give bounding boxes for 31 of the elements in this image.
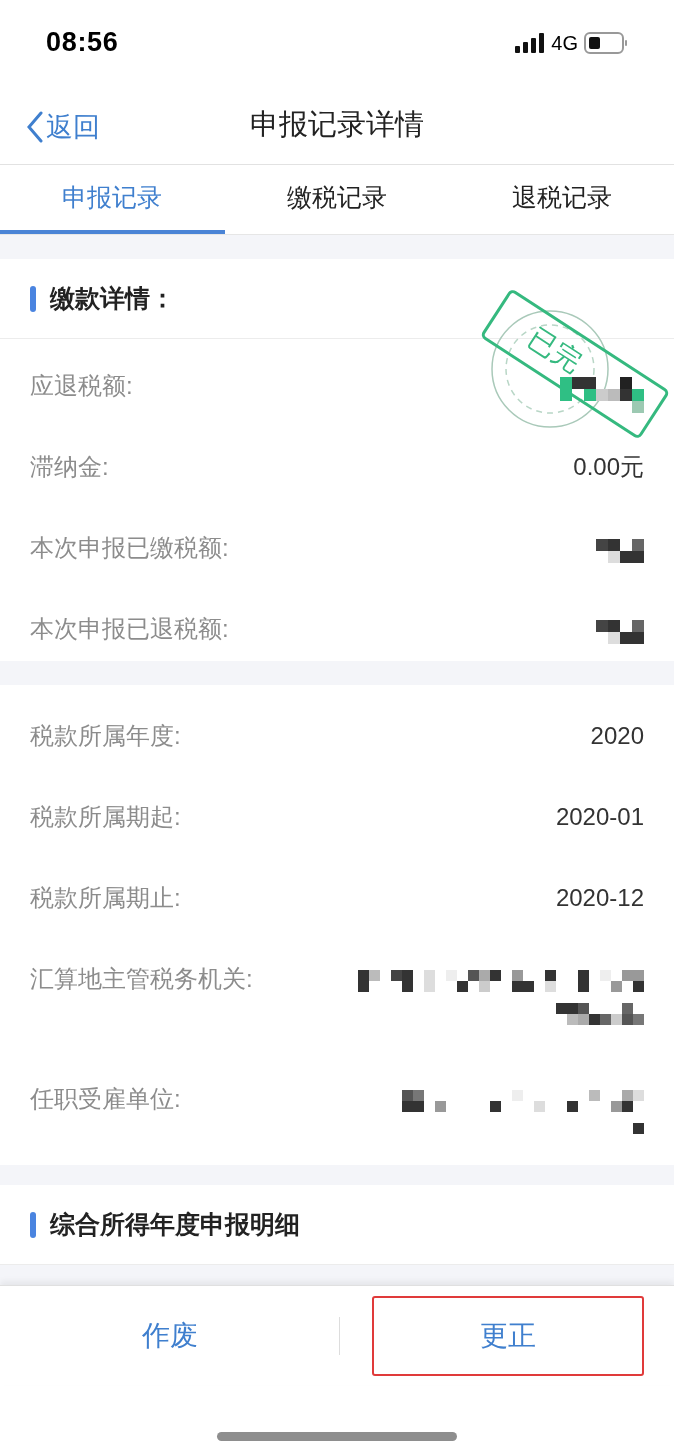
status-time: 08:56 (46, 26, 119, 60)
action-button[interactable]: 更正 (372, 1295, 644, 1376)
tab[interactable]: 退税记录 (449, 165, 674, 234)
section-title: 综合所得年度申报明细 (50, 1208, 300, 1240)
field-label: 应退税额: (30, 371, 133, 401)
back-button[interactable]: 返回 (26, 107, 100, 148)
field-label: 税款所属年度: (30, 721, 181, 751)
field-label: 本次申报已缴税额: (30, 533, 229, 563)
pixelated-value-drawing (596, 620, 644, 644)
action-button[interactable]: 作废 (0, 1295, 339, 1376)
field-value: 2020 (590, 721, 644, 751)
field-label: 税款所属期止: (30, 883, 181, 913)
signal-icon (515, 32, 546, 53)
field-label: 税款所属期起: (30, 802, 181, 832)
page-title: 申报记录详情 (250, 106, 424, 142)
field-value: 2020-01 (555, 802, 644, 832)
stamp-text: 已完 (523, 323, 586, 378)
section-title: 缴款详情： (50, 282, 175, 314)
field-value: 0.00元 (573, 452, 644, 482)
field-label: 滞纳金: (30, 452, 109, 482)
tab[interactable]: 缴税记录 (224, 165, 450, 234)
section-marker (30, 285, 36, 312)
pixelated-value-drawing (596, 539, 644, 563)
field-label: 任职受雇单位: (30, 1084, 181, 1114)
field-label: 本次申报已退税额: (30, 614, 229, 644)
section-marker (30, 1211, 36, 1238)
battery-icon (584, 31, 628, 54)
field-label: 汇算地主管税务机关: (30, 964, 253, 994)
field-value: 2020-12 (555, 883, 644, 913)
back-chevron-icon (26, 111, 44, 144)
network-label: 4G (551, 30, 578, 56)
